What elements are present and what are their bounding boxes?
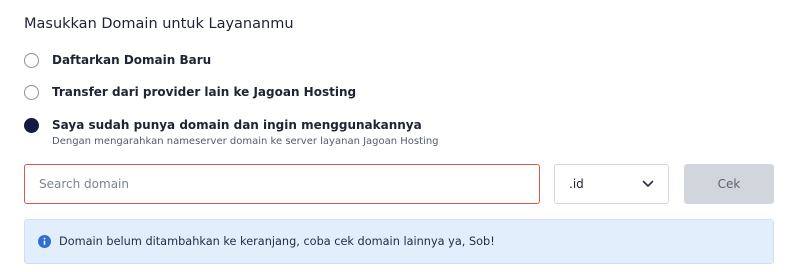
radio-button-checked[interactable]	[24, 118, 39, 133]
tld-select[interactable]: .id	[554, 164, 669, 204]
option-use-existing-domain[interactable]: Saya sudah punya domain dan ingin menggu…	[24, 117, 439, 148]
check-domain-button[interactable]: Cek	[684, 164, 774, 204]
option-sublabel: Dengan mengarahkan nameserver domain ke …	[52, 136, 439, 147]
radio-button[interactable]	[24, 85, 39, 100]
chevron-down-icon	[642, 180, 654, 187]
option-label: Daftarkan Domain Baru	[52, 53, 212, 67]
option-register-new-domain[interactable]: Daftarkan Domain Baru	[24, 52, 211, 68]
option-text: Daftarkan Domain Baru	[52, 52, 211, 68]
option-text: Transfer dari provider lain ke Jagoan Ho…	[52, 84, 356, 100]
section-heading: Masukkan Domain untuk Layananmu	[24, 16, 294, 32]
option-transfer-domain[interactable]: Transfer dari provider lain ke Jagoan Ho…	[24, 84, 356, 100]
option-label: Transfer dari provider lain ke Jagoan Ho…	[52, 85, 357, 99]
info-alert: Domain belum ditambahkan ke keranjang, c…	[24, 219, 774, 264]
search-domain-input[interactable]	[24, 164, 540, 204]
domain-panel: Masukkan Domain untuk Layananmu Daftarka…	[0, 0, 800, 272]
option-text: Saya sudah punya domain dan ingin menggu…	[52, 117, 439, 148]
tld-select-value: .id	[569, 177, 584, 191]
radio-button[interactable]	[24, 53, 39, 68]
info-icon	[38, 235, 51, 248]
option-label: Saya sudah punya domain dan ingin menggu…	[52, 118, 422, 132]
alert-message: Domain belum ditambahkan ke keranjang, c…	[59, 235, 495, 248]
